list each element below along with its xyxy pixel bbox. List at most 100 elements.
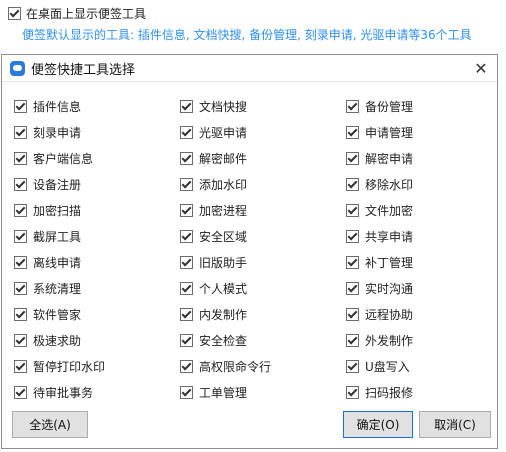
tool-option-checkbox[interactable] bbox=[346, 385, 359, 399]
tool-option-checkbox[interactable] bbox=[180, 99, 193, 113]
tool-option-item[interactable]: 刻录申请 bbox=[14, 119, 180, 145]
note-app-icon bbox=[10, 60, 25, 76]
tool-option-item[interactable]: 添加水印 bbox=[180, 171, 346, 197]
tool-option-checkbox[interactable] bbox=[346, 99, 359, 113]
tool-option-label: 外发制作 bbox=[365, 333, 414, 348]
tool-option-checkbox[interactable] bbox=[14, 385, 27, 399]
tool-option-item[interactable]: 待审批事务 bbox=[14, 379, 180, 405]
tool-option-checkbox[interactable] bbox=[180, 307, 193, 321]
tool-option-item[interactable]: 客户端信息 bbox=[14, 145, 180, 171]
tool-option-checkbox[interactable] bbox=[180, 177, 193, 191]
tool-option-item[interactable]: 申请管理 bbox=[346, 119, 484, 145]
close-icon[interactable]: ✕ bbox=[471, 58, 491, 78]
tool-option-checkbox[interactable] bbox=[346, 255, 359, 269]
tool-option-item[interactable]: 外发制作 bbox=[346, 327, 484, 353]
tool-option-checkbox[interactable] bbox=[14, 333, 27, 347]
tool-option-item[interactable]: 解密申请 bbox=[346, 145, 484, 171]
tool-option-item[interactable]: 系统清理 bbox=[14, 275, 180, 301]
tool-option-checkbox[interactable] bbox=[14, 255, 27, 269]
tool-option-checkbox[interactable] bbox=[346, 229, 359, 243]
tool-option-label: 截屏工具 bbox=[33, 229, 82, 244]
tool-option-label: 设备注册 bbox=[33, 177, 82, 192]
tool-option-label: 个人模式 bbox=[199, 281, 248, 296]
tool-option-checkbox[interactable] bbox=[180, 385, 193, 399]
tool-option-item[interactable]: 内发制作 bbox=[180, 301, 346, 327]
tool-option-item[interactable]: 扫码报修 bbox=[346, 379, 484, 405]
tool-option-checkbox[interactable] bbox=[14, 281, 27, 295]
tool-option-label: 工单管理 bbox=[199, 385, 248, 400]
tool-option-item[interactable]: 加密扫描 bbox=[14, 197, 180, 223]
tool-option-checkbox[interactable] bbox=[14, 359, 27, 373]
tool-option-checkbox[interactable] bbox=[346, 203, 359, 217]
tool-option-checkbox[interactable] bbox=[14, 307, 27, 321]
tool-option-label: 极速求助 bbox=[33, 333, 82, 348]
tool-option-checkbox[interactable] bbox=[180, 203, 193, 217]
tool-option-label: U盘写入 bbox=[365, 359, 410, 374]
tool-option-item[interactable]: 解密邮件 bbox=[180, 145, 346, 171]
tool-option-item[interactable]: 远程协助 bbox=[346, 301, 484, 327]
tool-option-checkbox[interactable] bbox=[346, 359, 359, 373]
tool-option-label: 待审批事务 bbox=[33, 385, 94, 400]
tool-option-checkbox[interactable] bbox=[346, 333, 359, 347]
tool-option-checkbox[interactable] bbox=[14, 99, 27, 113]
tool-option-item[interactable]: 实时沟通 bbox=[346, 275, 484, 301]
tool-option-item[interactable]: 共享申请 bbox=[346, 223, 484, 249]
tool-option-label: 暂停打印水印 bbox=[33, 359, 106, 374]
tool-option-checkbox[interactable] bbox=[14, 125, 27, 139]
tool-option-item[interactable]: 工单管理 bbox=[180, 379, 346, 405]
show-desktop-tool-checkbox[interactable] bbox=[8, 7, 21, 20]
tool-option-item[interactable]: 离线申请 bbox=[14, 249, 180, 275]
cancel-button[interactable]: 取消(C) bbox=[419, 411, 491, 438]
tool-option-label: 加密扫描 bbox=[33, 203, 82, 218]
tool-option-item[interactable]: 补丁管理 bbox=[346, 249, 484, 275]
tool-option-label: 远程协助 bbox=[365, 307, 414, 322]
tool-option-item[interactable]: 备份管理 bbox=[346, 93, 484, 119]
tool-option-item[interactable]: 光驱申请 bbox=[180, 119, 346, 145]
tool-option-checkbox[interactable] bbox=[180, 125, 193, 139]
tool-option-item[interactable]: 软件管家 bbox=[14, 301, 180, 327]
tool-option-label: 备份管理 bbox=[365, 99, 414, 114]
tool-option-checkbox[interactable] bbox=[14, 177, 27, 191]
tool-option-label: 解密申请 bbox=[365, 151, 414, 166]
tool-option-label: 安全检查 bbox=[199, 333, 248, 348]
tool-option-checkbox[interactable] bbox=[346, 177, 359, 191]
tool-option-item[interactable]: 移除水印 bbox=[346, 171, 484, 197]
tool-option-label: 旧版助手 bbox=[199, 255, 248, 270]
tool-option-item[interactable]: 旧版助手 bbox=[180, 249, 346, 275]
tool-option-item[interactable]: 文件加密 bbox=[346, 197, 484, 223]
tool-option-checkbox[interactable] bbox=[346, 307, 359, 321]
dialog-title: 便签快捷工具选择 bbox=[31, 62, 136, 78]
tool-option-item[interactable]: 个人模式 bbox=[180, 275, 346, 301]
tool-option-checkbox[interactable] bbox=[180, 359, 193, 373]
select-all-button[interactable]: 全选(A) bbox=[12, 411, 88, 438]
tool-option-checkbox[interactable] bbox=[346, 151, 359, 165]
tool-option-item[interactable]: 高权限命令行 bbox=[180, 353, 346, 379]
tool-option-label: 扫码报修 bbox=[365, 385, 414, 400]
tool-option-item[interactable]: 插件信息 bbox=[14, 93, 180, 119]
tool-option-checkbox[interactable] bbox=[180, 255, 193, 269]
tool-option-checkbox[interactable] bbox=[180, 333, 193, 347]
tool-option-item[interactable]: U盘写入 bbox=[346, 353, 484, 379]
tool-option-item[interactable]: 安全检查 bbox=[180, 327, 346, 353]
tool-option-label: 文档快搜 bbox=[199, 99, 248, 114]
tool-option-checkbox[interactable] bbox=[180, 151, 193, 165]
ok-button[interactable]: 确定(O) bbox=[343, 411, 413, 438]
show-desktop-tool-option[interactable]: 在桌面上显示便签工具 bbox=[8, 5, 146, 22]
tool-option-item[interactable]: 暂停打印水印 bbox=[14, 353, 180, 379]
tool-option-label: 客户端信息 bbox=[33, 151, 94, 166]
tool-option-label: 离线申请 bbox=[33, 255, 82, 270]
tool-option-item[interactable]: 文档快搜 bbox=[180, 93, 346, 119]
tool-option-item[interactable]: 设备注册 bbox=[14, 171, 180, 197]
tool-option-checkbox[interactable] bbox=[14, 151, 27, 165]
tool-option-checkbox[interactable] bbox=[346, 281, 359, 295]
tool-option-item[interactable]: 加密进程 bbox=[180, 197, 346, 223]
tool-option-label: 内发制作 bbox=[199, 307, 248, 322]
tool-option-checkbox[interactable] bbox=[180, 229, 193, 243]
tool-option-checkbox[interactable] bbox=[14, 203, 27, 217]
tool-option-checkbox[interactable] bbox=[14, 229, 27, 243]
tool-option-item[interactable]: 安全区域 bbox=[180, 223, 346, 249]
tool-option-checkbox[interactable] bbox=[180, 281, 193, 295]
tool-option-item[interactable]: 截屏工具 bbox=[14, 223, 180, 249]
tool-option-item[interactable]: 极速求助 bbox=[14, 327, 180, 353]
tool-option-checkbox[interactable] bbox=[346, 125, 359, 139]
